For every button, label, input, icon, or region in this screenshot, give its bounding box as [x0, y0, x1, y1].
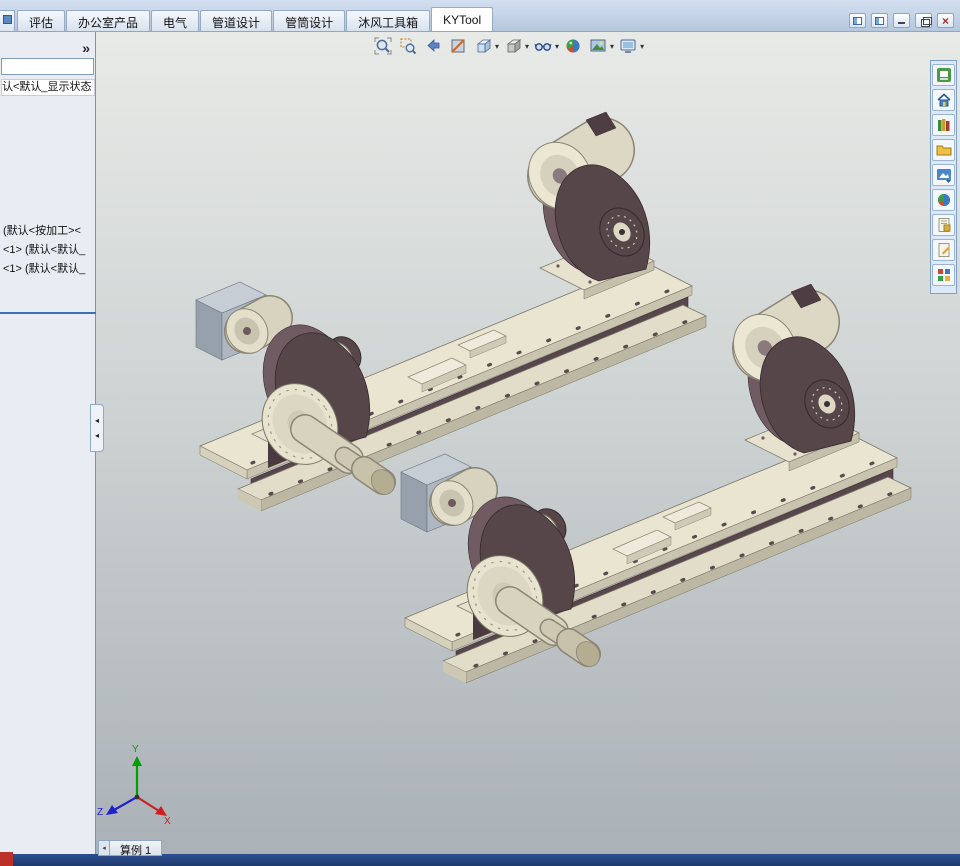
window-controls: ×: [849, 13, 954, 28]
view-settings-icon[interactable]: [617, 35, 639, 57]
zoom-to-area-icon[interactable]: [397, 35, 419, 57]
axis-y-label: Y: [132, 744, 139, 755]
featuremanager-root-item[interactable]: 认<默认_显示状态: [1, 79, 95, 96]
dropdown-arrow-icon[interactable]: ▾: [555, 42, 559, 51]
solidworks-window: 评估 办公室产品 电气 管道设计 管筒设计 沐风工具箱 KYTool × » 认…: [0, 0, 960, 866]
tree-item[interactable]: <1> (默认<默认_: [3, 241, 95, 260]
view-palette-icon[interactable]: [932, 164, 955, 186]
model-motion-tabs: ◂ 算例 1: [98, 840, 163, 857]
pane-toggle-right-button[interactable]: [871, 13, 888, 28]
tab-tubing-design[interactable]: 管筒设计: [273, 10, 346, 31]
dropdown-arrow-icon[interactable]: ▾: [640, 42, 644, 51]
tab-evaluate[interactable]: 评估: [17, 10, 66, 31]
design-library-icon[interactable]: [932, 114, 955, 136]
featuremanager-filter-input[interactable]: [1, 58, 94, 75]
task-pane-strip: [930, 60, 957, 294]
featuremanager-tree: (默认<按加工>< <1> (默认<默认_ <1> (默认<默认_: [3, 222, 95, 279]
apply-scene-icon[interactable]: [587, 35, 609, 57]
taskbar-red-block: [0, 852, 13, 866]
tab-kytool[interactable]: KYTool: [431, 7, 494, 31]
pane-toggle-left-button[interactable]: [849, 13, 866, 28]
tab-piping-design[interactable]: 管道设计: [200, 10, 273, 31]
headsup-view-toolbar: ▾ ▾ ▾ ▾ ▾: [372, 35, 644, 57]
minimize-button[interactable]: [893, 13, 910, 28]
model-canvas[interactable]: Y X Z: [96, 32, 960, 856]
edit-appearance-icon[interactable]: [562, 35, 584, 57]
splitter-arrow-icon: ◂: [94, 431, 99, 440]
rotator-assembly-back[interactable]: [196, 112, 706, 511]
close-button[interactable]: ×: [937, 13, 954, 28]
ribbon-tab-icon: [3, 15, 12, 24]
panel-splitter-handle[interactable]: ◂ ◂: [90, 404, 104, 452]
axis-x-label: X: [164, 816, 171, 827]
tab-mufeng-toolbox[interactable]: 沐风工具箱: [346, 10, 431, 31]
section-view-icon[interactable]: [447, 35, 469, 57]
appearances-scenes-icon[interactable]: [932, 189, 955, 211]
tree-item[interactable]: (默认<按加工><: [3, 222, 95, 241]
dropdown-arrow-icon[interactable]: ▾: [525, 42, 529, 51]
tab-office-products[interactable]: 办公室产品: [66, 10, 151, 31]
pane-toggle-right-icon: [875, 16, 884, 25]
solidworks-resources-icon[interactable]: [932, 64, 955, 86]
expand-panel-button[interactable]: »: [82, 40, 90, 56]
featuremanager-panel: » 认<默认_显示状态 (默认<按加工>< <1> (默认<默认_ <1> (默…: [0, 32, 96, 854]
panel-divider: [0, 312, 96, 314]
home-icon[interactable]: [932, 89, 955, 111]
ribbon-tabbar: 评估 办公室产品 电气 管道设计 管筒设计 沐风工具箱 KYTool ×: [0, 0, 960, 32]
restore-button[interactable]: [915, 13, 932, 28]
axis-z-label: Z: [97, 807, 103, 818]
view-orientation-icon[interactable]: [472, 35, 494, 57]
zoom-to-fit-icon[interactable]: [372, 35, 394, 57]
tree-item[interactable]: <1> (默认<默认_: [3, 260, 95, 279]
addins-icon[interactable]: [932, 264, 955, 286]
tab-scroll-button[interactable]: ◂: [98, 840, 110, 856]
custom-properties-icon[interactable]: [932, 214, 955, 236]
ribbon-tabs: 评估 办公室产品 电气 管道设计 管筒设计 沐风工具箱 KYTool: [17, 7, 494, 31]
splitter-arrow-icon: ◂: [94, 416, 99, 425]
dropdown-arrow-icon[interactable]: ▾: [495, 42, 499, 51]
hide-show-items-icon[interactable]: [532, 35, 554, 57]
previous-view-icon[interactable]: [422, 35, 444, 57]
orientation-triad: Y X Z: [97, 744, 171, 827]
forum-icon[interactable]: [932, 239, 955, 261]
motion-study-tab[interactable]: 算例 1: [110, 840, 163, 857]
file-explorer-icon[interactable]: [932, 139, 955, 161]
tab-electrical[interactable]: 电气: [151, 10, 200, 31]
dropdown-arrow-icon[interactable]: ▾: [610, 42, 614, 51]
display-style-icon[interactable]: [502, 35, 524, 57]
graphics-viewport[interactable]: ▾ ▾ ▾ ▾ ▾ Y X Z ◂ 算例 1: [96, 32, 960, 857]
pane-toggle-left-icon: [853, 16, 862, 25]
clipped-ribbon-tab[interactable]: [0, 10, 15, 31]
